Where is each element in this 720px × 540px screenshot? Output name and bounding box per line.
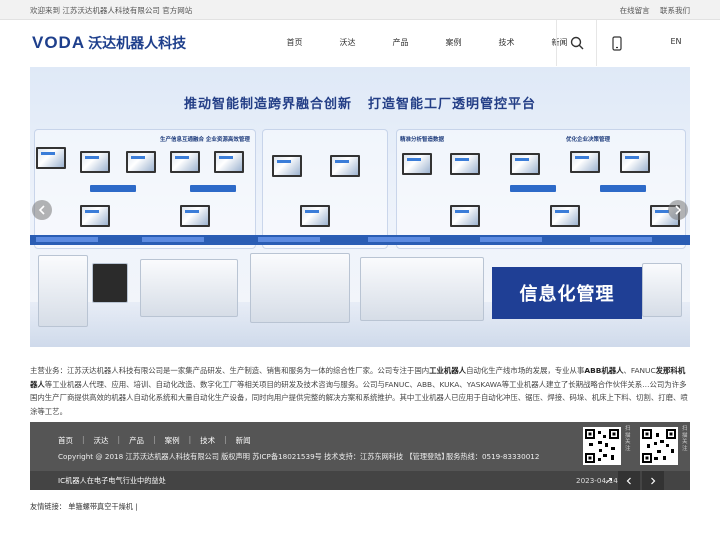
header-icons bbox=[556, 20, 636, 66]
caption-block bbox=[368, 237, 430, 242]
label-bar bbox=[510, 185, 556, 192]
label-bar bbox=[600, 185, 646, 192]
banner-panel-middle bbox=[262, 129, 388, 249]
qr-label: 扫描关注 bbox=[682, 426, 688, 452]
machine-graphic bbox=[92, 263, 128, 303]
machine-graphic bbox=[250, 253, 350, 323]
intro-text: 等工业机器人代理、应用、培训、自动化改造、数字化工厂等相关项目的研发及技术咨询与… bbox=[30, 379, 688, 416]
footer-nav: 首页 | 沃达 | 产品 | 案例 | 技术 | 新闻 bbox=[58, 435, 251, 446]
news-next-button[interactable] bbox=[642, 471, 664, 490]
machine-graphic bbox=[642, 263, 682, 317]
mobile-icon[interactable] bbox=[596, 20, 636, 66]
search-icon[interactable] bbox=[556, 20, 596, 66]
banner-caption-strip bbox=[30, 235, 690, 245]
machine-graphic bbox=[38, 255, 88, 327]
copyright: Copyright @ 2018 江苏沃达机器人科技有限公司 版权声明 苏ICP… bbox=[58, 452, 449, 461]
monitor-graphic bbox=[126, 151, 156, 173]
footer-nav-news[interactable]: 新闻 bbox=[236, 435, 251, 446]
logo-mark: VODA bbox=[32, 33, 86, 52]
label-bar bbox=[90, 185, 136, 192]
company-intro: 主营业务：江苏沃达机器人科技有限公司是一家集产品研发、生产制造、销售和服务为一体… bbox=[30, 364, 690, 418]
info-management-badge: 信息化管理 bbox=[492, 267, 642, 319]
banner-panel-title: 优化企业决策管理 bbox=[566, 137, 611, 143]
friend-links: 友情链接： 单箍螺带真空干燥机 | bbox=[30, 502, 138, 512]
logo-text: 沃达机器人科技 bbox=[88, 36, 187, 52]
footer-nav-home[interactable]: 首页 bbox=[58, 435, 73, 446]
message-link[interactable]: 在线留言 bbox=[620, 6, 650, 15]
banner-headline: 推动智能制造跨界融合创新 打造智能工厂透明管控平台 bbox=[30, 93, 690, 112]
monitor-graphic bbox=[80, 205, 110, 227]
qr-code bbox=[583, 427, 621, 465]
monitor-graphic bbox=[550, 205, 580, 227]
news-item[interactable]: IC机器人在电子电气行业中的益处 bbox=[58, 476, 166, 486]
monitor-graphic bbox=[180, 205, 210, 227]
monitor-graphic bbox=[214, 151, 244, 173]
footer-nav-voda[interactable]: 沃达 bbox=[94, 435, 109, 446]
monitor-graphic bbox=[570, 151, 600, 173]
monitor-graphic bbox=[272, 155, 302, 177]
friend-links-label: 友情链接： bbox=[30, 502, 66, 511]
site-header: VODA 沃达机器人科技 首页 沃达 产品 案例 技术 新闻 EN bbox=[0, 20, 720, 66]
footer-nav-products[interactable]: 产品 bbox=[129, 435, 144, 446]
welcome-text: 欢迎来到 江苏沃达机器人科技有限公司 官方网站 bbox=[30, 6, 193, 15]
monitor-graphic bbox=[36, 147, 66, 169]
intro-text: 主营业务：江苏沃达机器人科技有限公司是一家集产品研发、生产制造、销售和服务为一体… bbox=[30, 366, 430, 375]
top-links: 在线留言 联系我们 bbox=[612, 5, 690, 16]
caption-block bbox=[258, 237, 320, 242]
share-icon[interactable] bbox=[598, 471, 620, 490]
monitor-graphic bbox=[80, 151, 110, 173]
intro-text: 、FANUC bbox=[623, 366, 656, 375]
machine-graphic bbox=[360, 257, 484, 321]
monitor-graphic bbox=[510, 153, 540, 175]
monitor-graphic bbox=[300, 205, 330, 227]
news-prev-button[interactable] bbox=[618, 471, 640, 490]
banner-headline-right: 打造智能工厂透明管控平台 bbox=[368, 97, 537, 112]
monitor-graphic bbox=[330, 155, 360, 177]
friend-link[interactable]: 单箍螺带真空干燥机 | bbox=[68, 502, 137, 511]
qr-label: 扫描关注 bbox=[625, 426, 631, 452]
intro-text: 自动化生产线市场的发展，专业从事 bbox=[466, 366, 585, 375]
banner-headline-left: 推动智能制造跨界融合创新 bbox=[183, 97, 352, 112]
banner-panel-title: 生产信息互通融合 企业资源高效管理 bbox=[160, 137, 250, 143]
logo[interactable]: VODA 沃达机器人科技 bbox=[32, 30, 186, 56]
intro-keyword[interactable]: 工业机器人 bbox=[429, 366, 466, 375]
contact-link[interactable]: 联系我们 bbox=[660, 6, 690, 15]
monitor-graphic bbox=[620, 151, 650, 173]
main-nav: 首页 沃达 产品 案例 技术 新闻 bbox=[268, 20, 586, 66]
banner-next-button[interactable] bbox=[668, 200, 688, 220]
nav-home[interactable]: 首页 bbox=[268, 20, 321, 66]
nav-cases[interactable]: 案例 bbox=[427, 20, 480, 66]
caption-block bbox=[480, 237, 542, 242]
news-ticker: IC机器人在电子电气行业中的益处 2023-04-14 bbox=[30, 471, 690, 490]
qr-code bbox=[640, 427, 678, 465]
monitor-graphic bbox=[402, 153, 432, 175]
hero-banner[interactable]: 推动智能制造跨界融合创新 打造智能工厂透明管控平台 生产信息互通融合 企业资源高效… bbox=[30, 67, 690, 347]
nav-products[interactable]: 产品 bbox=[374, 20, 427, 66]
banner-panel-title: 精准分析智造数据 bbox=[400, 137, 445, 143]
intro-keyword[interactable]: ABB机器人 bbox=[584, 366, 623, 375]
top-bar: 欢迎来到 江苏沃达机器人科技有限公司 官方网站 在线留言 联系我们 bbox=[0, 0, 720, 20]
monitor-graphic bbox=[450, 205, 480, 227]
caption-block bbox=[142, 237, 204, 242]
language-switch[interactable]: EN bbox=[656, 20, 696, 64]
machine-graphic bbox=[140, 259, 238, 317]
banner-prev-button[interactable] bbox=[32, 200, 52, 220]
nav-voda[interactable]: 沃达 bbox=[321, 20, 374, 66]
label-bar bbox=[190, 185, 236, 192]
nav-tech[interactable]: 技术 bbox=[480, 20, 533, 66]
footer-nav-tech[interactable]: 技术 bbox=[200, 435, 215, 446]
caption-block bbox=[590, 237, 652, 242]
monitor-graphic bbox=[170, 151, 200, 173]
footer-nav-cases[interactable]: 案例 bbox=[165, 435, 180, 446]
caption-block bbox=[36, 237, 98, 242]
monitor-graphic bbox=[450, 153, 480, 175]
service-hotline: 服务热线：0519-83330012 bbox=[446, 452, 540, 461]
